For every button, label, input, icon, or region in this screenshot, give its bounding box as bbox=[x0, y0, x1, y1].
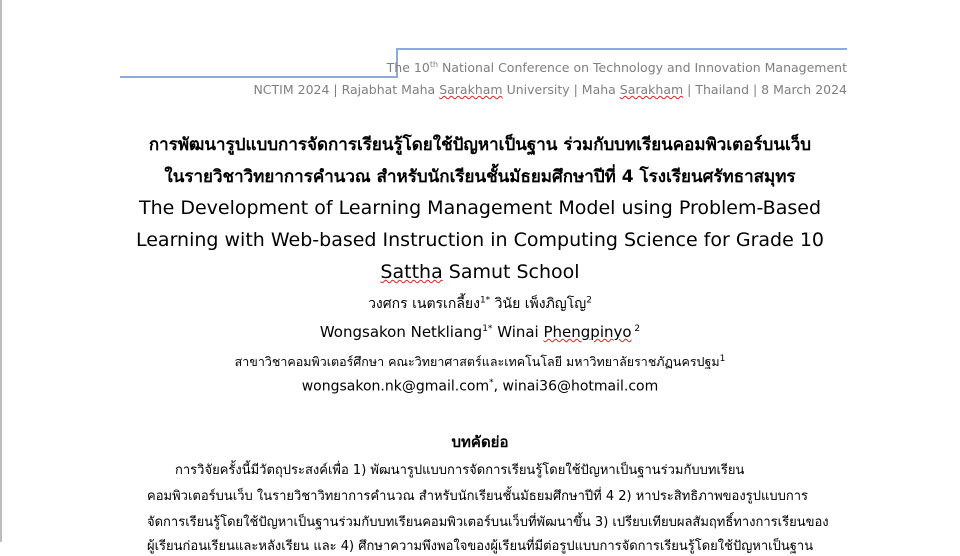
conference-subtitle: NCTIM 2024 | Rajabhat Maha Sarakham Univ… bbox=[253, 82, 847, 97]
header-rule-bottom bbox=[120, 76, 398, 78]
authors-english: Wongsakon Netkliang1* Winai Phengpinyo 2 bbox=[319, 323, 641, 341]
title-thai-line-2: ในรายวิชาวิทยาการคำนวณ สำหรับนักเรียนชั้… bbox=[164, 167, 796, 187]
abstract-line-3: จัดการเรียนรู้โดยใช้ปัญหาเป็นฐานร่วมกับบ… bbox=[147, 515, 829, 530]
title-english-line-3: Sattha Samut School bbox=[380, 261, 580, 283]
abstract-line-1: การวิจัยครั้งนี้มีวัตถุประสงค์เพื่อ 1) พ… bbox=[175, 463, 745, 478]
author-emails: wongsakon.nk@gmail.com*, winai36@hotmail… bbox=[301, 378, 659, 395]
abstract-line-2: คอมพิวเตอร์บนเว็บ ในรายวิชาวิทยาการคำนวณ… bbox=[147, 489, 808, 504]
affiliation: สาขาวิชาคอมพิวเตอร์ศึกษา คณะวิทยาศาสตร์แ… bbox=[234, 353, 726, 369]
title-thai-line-1: การพัฒนารูปแบบการจัดการเรียนรู้โดยใช้ปัญ… bbox=[148, 135, 812, 155]
title-english-line-1: The Development of Learning Management M… bbox=[138, 197, 822, 219]
header-rule-top bbox=[396, 48, 847, 50]
abstract-heading: บทคัดย่อ bbox=[451, 433, 509, 451]
conference-title: The 10th National Conference on Technolo… bbox=[386, 60, 847, 76]
authors-thai: วงศกร เนตรเกลี้ยง1* วินัย เพ็งภิญโญ2 bbox=[368, 295, 592, 312]
abstract-line-4: ผู้เรียนก่อนเรียนและหลังเรียน และ 4) ศึก… bbox=[147, 539, 814, 554]
title-english-line-2: Learning with Web-based Instruction in C… bbox=[135, 229, 824, 251]
